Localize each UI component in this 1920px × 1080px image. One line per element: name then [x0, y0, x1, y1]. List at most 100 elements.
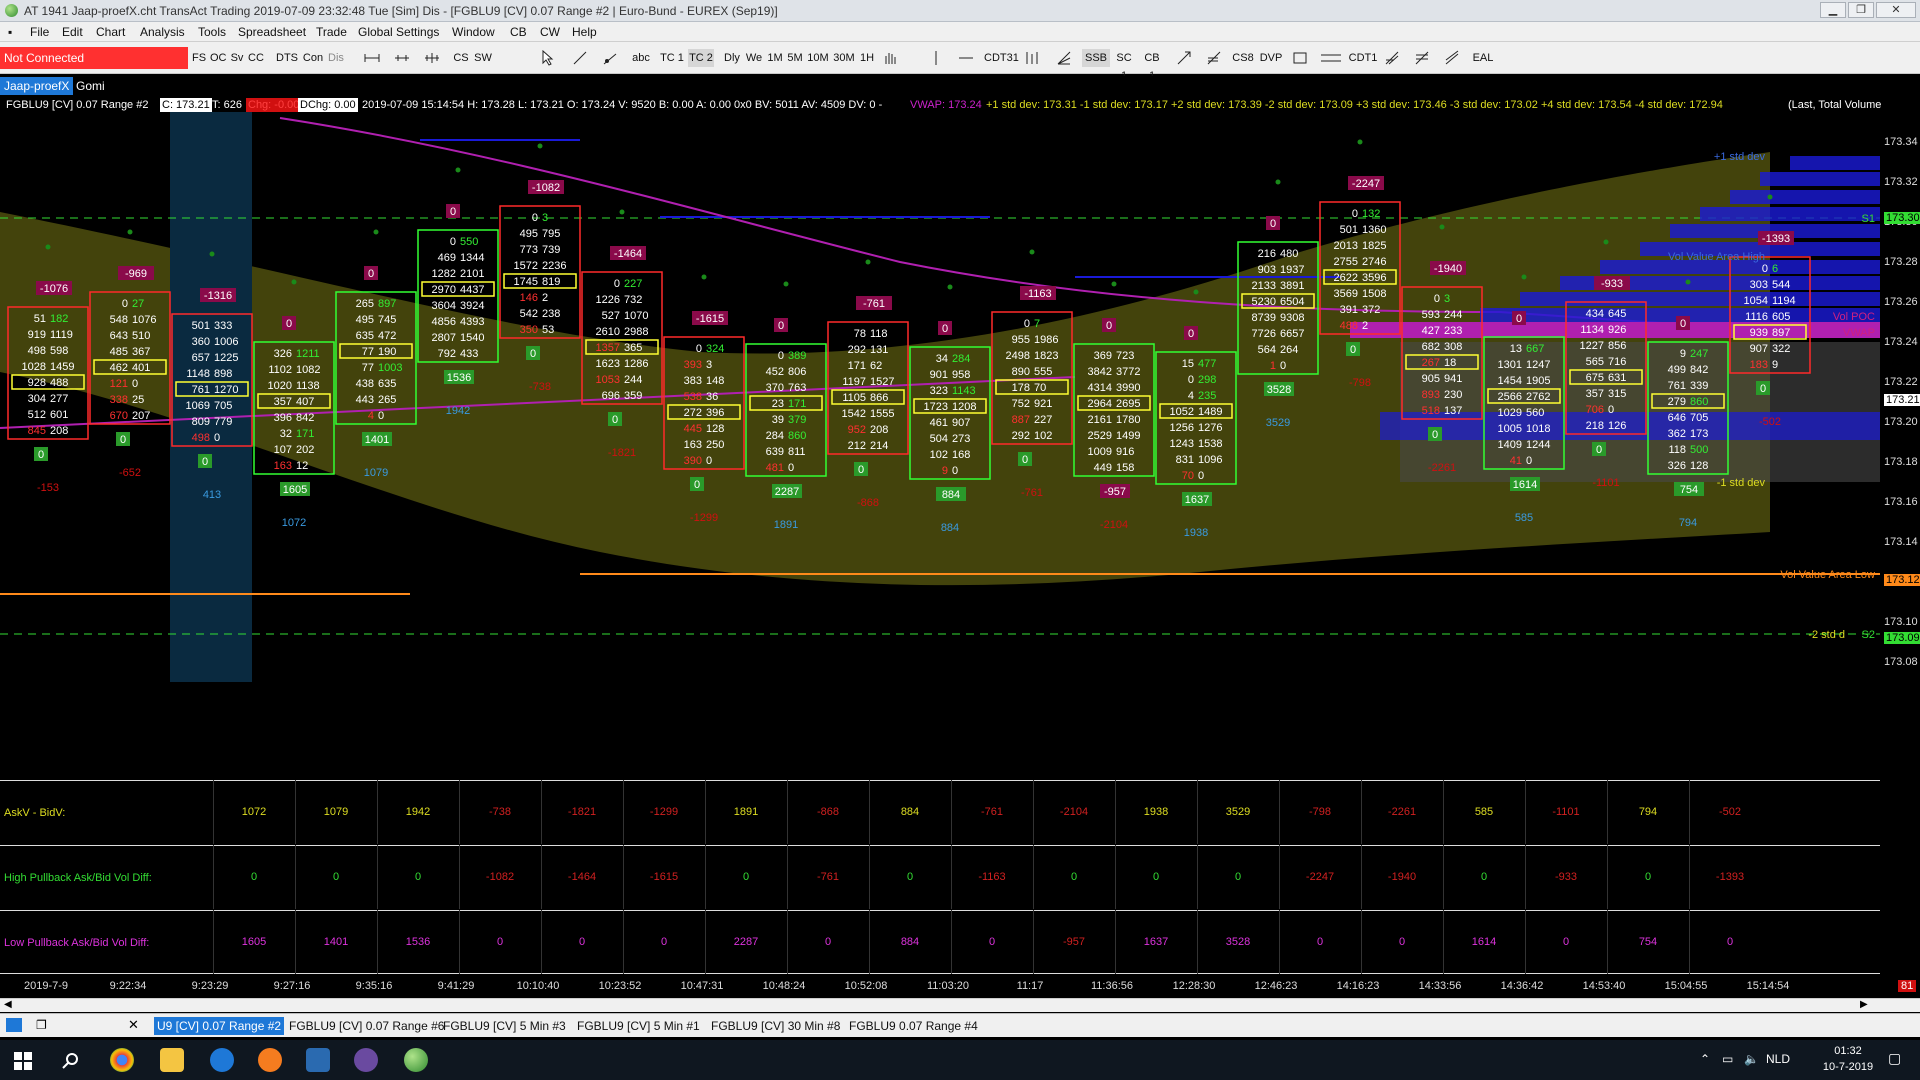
10m-button[interactable]: 10M — [806, 49, 830, 67]
bars-icon[interactable] — [1024, 50, 1040, 66]
dts-button[interactable]: DTS — [276, 49, 298, 67]
horizontal-line-icon[interactable] — [958, 50, 974, 66]
menu-cb[interactable]: CB — [510, 25, 527, 39]
menu-global-settings[interactable]: Global Settings — [358, 25, 439, 39]
eal-button[interactable]: EAL — [1470, 49, 1496, 67]
30m-button[interactable]: 30M — [832, 49, 856, 67]
chart-tab-5min-1[interactable]: FGBLU9 [CV] 5 Min #1 — [574, 1017, 703, 1035]
fan-icon[interactable] — [1056, 50, 1072, 66]
oc-button[interactable]: OC — [210, 49, 227, 67]
cs-button[interactable]: CS — [452, 49, 470, 67]
bid-volume-cell: 284 — [766, 430, 784, 442]
chrome-icon[interactable] — [110, 1048, 134, 1072]
transact-app-icon[interactable] — [404, 1048, 428, 1072]
horizontal-scrollbar[interactable]: ◀ ▶ — [0, 998, 1920, 1012]
dis-button[interactable]: Dis — [328, 49, 344, 67]
price-axis[interactable]: 173.34 173.32 173.30 173.28 173.26 173.24 173.… — [1880, 112, 1920, 992]
vertical-line-icon[interactable] — [928, 50, 944, 66]
ray-icon[interactable] — [602, 50, 618, 66]
menu-icon[interactable]: ▪ — [8, 25, 12, 39]
sw-button[interactable]: SW — [474, 49, 492, 67]
menu-cw[interactable]: CW — [540, 25, 560, 39]
footprint-chart[interactable]: -107651 182919 1119498 5981028 1459928 488304… — [0, 112, 1880, 778]
menu-window[interactable]: Window — [452, 25, 495, 39]
5m-button[interactable]: 5M — [786, 49, 804, 67]
pullback-dot — [127, 229, 133, 235]
con-button[interactable]: Con — [302, 49, 324, 67]
menu-file[interactable]: File — [30, 25, 49, 39]
menu-help[interactable]: Help — [572, 25, 597, 39]
scroll-left-icon[interactable]: ◀ — [4, 999, 12, 1010]
close-tab-icon[interactable]: ✕ — [128, 1017, 139, 1033]
indicator-value: -933 — [1554, 871, 1578, 883]
price-tag-current: 173.21 — [1884, 394, 1920, 406]
language-indicator[interactable]: NLD — [1766, 1052, 1790, 1066]
cdt31-button[interactable]: CDT31 — [984, 49, 1019, 67]
menu-trade[interactable]: Trade — [316, 25, 347, 39]
zoom-out-icon[interactable] — [424, 50, 440, 66]
scroll-right-icon[interactable]: ▶ — [1860, 999, 1868, 1010]
app-blue-icon[interactable] — [306, 1048, 330, 1072]
1m-button[interactable]: 1M — [766, 49, 784, 67]
rectangle-icon[interactable] — [1292, 50, 1308, 66]
menu-analysis[interactable]: Analysis — [140, 25, 185, 39]
chart-tab-range-6[interactable]: FGBLU9 [CV] 0.07 Range #6 — [286, 1017, 447, 1035]
edge-icon[interactable] — [210, 1048, 234, 1072]
tab-jaap-proefx[interactable]: Jaap-proefX — [0, 77, 74, 95]
minimize-button[interactable]: ▁ — [1820, 2, 1846, 18]
zoom-fit-icon[interactable] — [364, 50, 380, 66]
zoom-in-icon[interactable] — [394, 50, 410, 66]
menu-tools[interactable]: Tools — [198, 25, 226, 39]
app-orange-icon[interactable] — [258, 1048, 282, 1072]
clock-time[interactable]: 01:32 — [1818, 1045, 1878, 1057]
restore-icon[interactable]: ❐ — [36, 1018, 47, 1032]
chart-tab-range-2[interactable]: U9 [CV] 0.07 Range #2 — [154, 1017, 285, 1035]
chg-label: Chg: -0.00 — [246, 98, 302, 112]
notifications-icon[interactable]: ▢ — [1888, 1050, 1901, 1067]
search-icon[interactable] — [62, 1052, 80, 1070]
app-purple-icon[interactable] — [354, 1048, 378, 1072]
pitchfork-icon[interactable] — [1384, 50, 1400, 66]
sv-button[interactable]: Sv — [230, 49, 244, 67]
1h-button[interactable]: 1H — [858, 49, 876, 67]
close-button[interactable]: ✕ — [1876, 2, 1916, 18]
text-tool-button[interactable]: abc — [630, 49, 652, 67]
cdt1-button[interactable]: CDT1 — [1348, 49, 1378, 67]
fs-button[interactable]: FS — [192, 49, 206, 67]
ssb-button[interactable]: SSB — [1082, 49, 1110, 67]
fib-icon[interactable] — [1206, 50, 1222, 66]
file-explorer-icon[interactable] — [160, 1048, 184, 1072]
regression-icon[interactable] — [1444, 50, 1460, 66]
restore-button[interactable]: ❐ — [1848, 2, 1874, 18]
dvp-button[interactable]: DVP — [1258, 49, 1284, 67]
trendline-icon[interactable] — [572, 50, 588, 66]
channel-icon[interactable] — [1320, 50, 1342, 66]
chart-tab-5min-3[interactable]: FGBLU9 [CV] 5 Min #3 — [440, 1017, 569, 1035]
chart-tab-range-4[interactable]: FGBLU9 0.07 Range #4 — [846, 1017, 981, 1035]
tray-chevron-icon[interactable]: ⌃ — [1700, 1052, 1710, 1066]
cursor-icon[interactable] — [540, 50, 556, 66]
menu-chart[interactable]: Chart — [96, 25, 125, 39]
bar-top-delta: 0 — [1188, 328, 1194, 340]
clock-date[interactable]: 10-7-2019 — [1818, 1061, 1878, 1073]
menu-edit[interactable]: Edit — [62, 25, 83, 39]
cb1-button[interactable]: CB 1 — [1140, 49, 1164, 82]
volume-icon[interactable]: 🔈 — [1744, 1052, 1759, 1066]
gann-icon[interactable] — [1414, 50, 1430, 66]
chart-window-icon[interactable] — [6, 1018, 22, 1032]
tc2-button[interactable]: TC 2 — [688, 49, 714, 67]
tab-gomi[interactable]: Gomi — [72, 77, 109, 95]
daily-button[interactable]: Dly — [722, 49, 742, 67]
ask-volume-cell: 1208 — [952, 401, 976, 413]
chart-tab-30min-8[interactable]: FGBLU9 [CV] 30 Min #8 — [708, 1017, 843, 1035]
tc1-button[interactable]: TC 1 — [660, 49, 684, 67]
cs8-button[interactable]: CS8 — [1232, 49, 1254, 67]
cc-button[interactable]: CC — [248, 49, 264, 67]
hand-icon[interactable] — [882, 50, 898, 66]
windows-start-icon[interactable] — [14, 1052, 32, 1070]
arrow-line-icon[interactable] — [1176, 50, 1192, 66]
menu-spreadsheet[interactable]: Spreadsheet — [238, 25, 306, 39]
weekly-button[interactable]: We — [744, 49, 764, 67]
sc1-button[interactable]: SC 1 — [1112, 49, 1136, 82]
network-icon[interactable]: ▭ — [1722, 1052, 1733, 1066]
